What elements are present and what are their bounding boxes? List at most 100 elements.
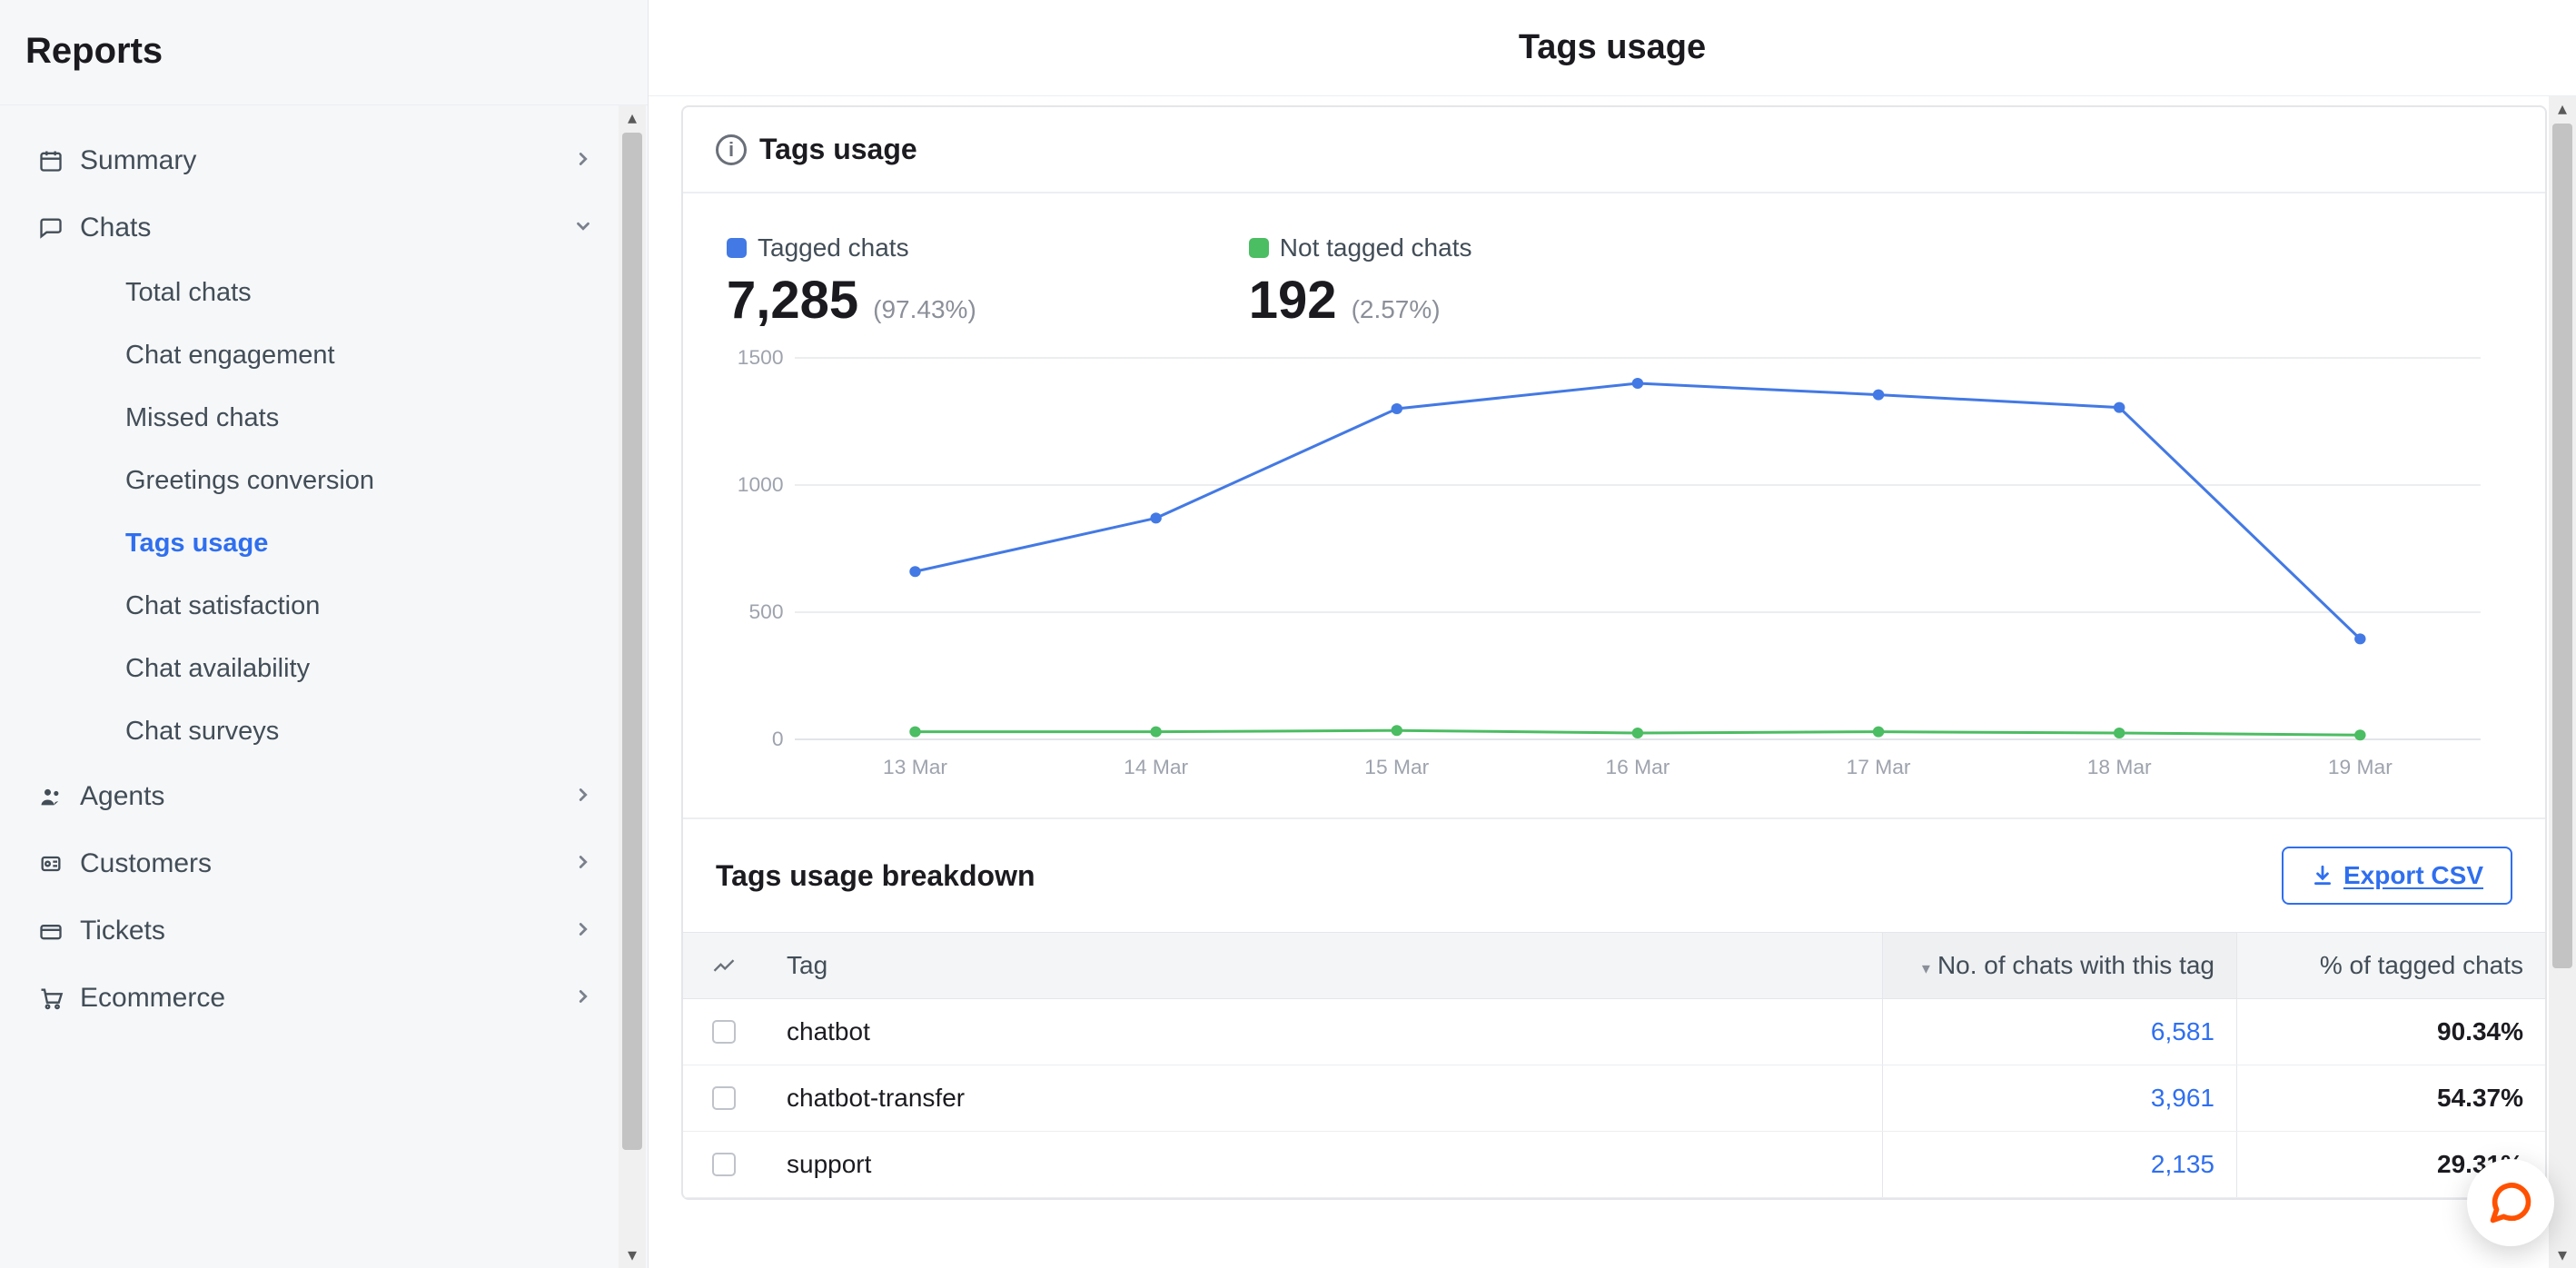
count-link[interactable]: 6,581 xyxy=(2151,1017,2214,1045)
agents-icon xyxy=(38,784,80,809)
cell-tag: chatbot-transfer xyxy=(765,1065,1882,1131)
card-title: Tags usage xyxy=(759,133,917,166)
tickets-icon xyxy=(38,918,80,944)
count-link[interactable]: 2,135 xyxy=(2151,1150,2214,1178)
data-point[interactable] xyxy=(2114,402,2125,413)
sidebar-header: Reports xyxy=(0,0,648,105)
scroll-down-icon[interactable]: ▾ xyxy=(2558,1243,2567,1268)
col-pct[interactable]: % of tagged chats xyxy=(2236,933,2545,998)
table-row: chatbot-transfer 3,961 54.37% xyxy=(683,1065,2545,1132)
stat-tagged-label: Tagged chats xyxy=(758,233,909,263)
scroll-up-icon[interactable]: ▴ xyxy=(2558,96,2567,122)
scroll-down-icon[interactable]: ▾ xyxy=(628,1243,637,1268)
stat-tagged-pct: (97.43%) xyxy=(873,295,976,324)
data-point[interactable] xyxy=(909,727,920,738)
sidebar-item-label: Chats xyxy=(80,213,573,243)
stat-not-tagged-label: Not tagged chats xyxy=(1280,233,1472,263)
scroll-up-icon[interactable]: ▴ xyxy=(628,105,637,131)
stat-not-tagged-value: 192 xyxy=(1249,270,1337,331)
cell-tag: chatbot xyxy=(765,999,1882,1065)
y-tick-label: 500 xyxy=(748,600,783,623)
row-checkbox[interactable] xyxy=(712,1153,736,1176)
data-point[interactable] xyxy=(1873,390,1884,401)
data-point[interactable] xyxy=(1632,378,1643,389)
data-point[interactable] xyxy=(1150,727,1161,738)
sidebar-subitem-greetings-conversion[interactable]: Greetings conversion xyxy=(0,450,619,512)
sidebar-subitem-total-chats[interactable]: Total chats xyxy=(0,262,619,324)
breakdown-title: Tags usage breakdown xyxy=(716,859,1035,893)
main: Tags usage i Tags usage Tagged chats 7,2… xyxy=(649,0,2576,1268)
table-row: chatbot6,58190.34% xyxy=(683,999,2545,1065)
data-point[interactable] xyxy=(1150,512,1161,523)
breakdown-header: Tags usage breakdown Export CSV xyxy=(683,817,2545,932)
chevron-right-icon xyxy=(573,983,593,1014)
col-tag[interactable]: Tag xyxy=(765,933,1882,998)
count-link[interactable]: 3,961 xyxy=(2151,1084,2214,1112)
x-tick-label: 16 Mar xyxy=(1605,756,1669,778)
y-tick-label: 1500 xyxy=(738,349,784,369)
chevron-right-icon xyxy=(573,781,593,812)
data-point[interactable] xyxy=(909,566,920,577)
sidebar-item-tickets[interactable]: Tickets xyxy=(0,897,619,965)
col-count[interactable]: ▾ No. of chats with this tag xyxy=(1882,933,2236,998)
series-line xyxy=(916,383,2361,639)
data-point[interactable] xyxy=(2354,729,2365,740)
col-count-label: No. of chats with this tag xyxy=(1937,951,2214,979)
x-tick-label: 18 Mar xyxy=(2087,756,2152,778)
col-trend-icon[interactable] xyxy=(683,935,765,996)
row-checkbox[interactable] xyxy=(712,1020,736,1044)
page-header: Tags usage xyxy=(649,0,2576,96)
sidebar-item-agents[interactable]: Agents xyxy=(0,763,619,830)
sidebar-item-customers[interactable]: Customers xyxy=(0,830,619,897)
sidebar-item-summary[interactable]: Summary xyxy=(0,127,619,194)
data-point[interactable] xyxy=(1392,403,1402,414)
chevron-right-icon xyxy=(573,145,593,176)
y-tick-label: 1000 xyxy=(738,473,784,496)
stat-tagged-value: 7,285 xyxy=(727,270,858,331)
legend-dot-tagged xyxy=(727,238,747,258)
table-row: support2,13529.31% xyxy=(683,1132,2545,1198)
export-csv-button[interactable]: Export CSV xyxy=(2282,847,2512,905)
card-header: i Tags usage xyxy=(683,107,2545,193)
data-point[interactable] xyxy=(2114,728,2125,738)
y-tick-label: 0 xyxy=(772,728,784,750)
sidebar-subitem-chat-satisfaction[interactable]: Chat satisfaction xyxy=(0,575,619,638)
sidebar-nav: Summary Chats Total chatsChat engagementMi… xyxy=(0,105,619,1268)
data-point[interactable] xyxy=(1392,725,1402,736)
chevron-right-icon xyxy=(573,916,593,946)
trend-line-icon xyxy=(711,953,737,978)
data-point[interactable] xyxy=(2354,633,2365,644)
table-body: chatbot6,58190.34%chatbot-transfer3,9615… xyxy=(683,999,2545,1198)
sidebar-item-chats[interactable]: Chats xyxy=(0,194,619,262)
x-tick-label: 19 Mar xyxy=(2328,756,2393,778)
sidebar-item-ecommerce[interactable]: Ecommerce xyxy=(0,965,619,1032)
legend-dot-not-tagged xyxy=(1249,238,1269,258)
page-title: Tags usage xyxy=(1519,28,1706,67)
sidebar-subitem-chat-surveys[interactable]: Chat surveys xyxy=(0,700,619,763)
sidebar-subitem-tags-usage[interactable]: Tags usage xyxy=(0,512,619,575)
sidebar-scrollbar[interactable]: ▴ ▾ xyxy=(619,105,646,1268)
main-scrollbar[interactable]: ▴ ▾ xyxy=(2549,96,2576,1268)
table-header: Tag ▾ No. of chats with this tag % of tag… xyxy=(683,932,2545,999)
scrollbar-thumb[interactable] xyxy=(2552,124,2572,968)
sidebar-subitem-chat-availability[interactable]: Chat availability xyxy=(0,638,619,700)
info-icon[interactable]: i xyxy=(716,134,747,165)
customers-icon xyxy=(38,851,80,877)
scrollbar-thumb[interactable] xyxy=(622,133,642,1150)
sidebar: Reports Summary Chats Total chatsChat enga… xyxy=(0,0,649,1268)
export-csv-label: Export CSV xyxy=(2343,861,2483,890)
x-tick-label: 13 Mar xyxy=(883,756,947,778)
row-checkbox[interactable] xyxy=(712,1086,736,1110)
sidebar-item-label: Tickets xyxy=(80,916,573,946)
tags-usage-card: i Tags usage Tagged chats 7,285 (97.43%) xyxy=(681,105,2547,1200)
sidebar-subitem-missed-chats[interactable]: Missed chats xyxy=(0,387,619,450)
data-point[interactable] xyxy=(1632,728,1643,738)
sidebar-subitem-chat-engagement[interactable]: Chat engagement xyxy=(0,324,619,387)
data-point[interactable] xyxy=(1873,727,1884,738)
stat-not-tagged: Not tagged chats 192 (2.57%) xyxy=(1249,233,1472,331)
cell-count: 2,135 xyxy=(1882,1132,2236,1197)
sort-desc-icon: ▾ xyxy=(1922,959,1930,977)
chat-widget-button[interactable] xyxy=(2467,1159,2554,1246)
x-tick-label: 15 Mar xyxy=(1364,756,1429,778)
cell-pct: 54.37% xyxy=(2236,1065,2545,1131)
